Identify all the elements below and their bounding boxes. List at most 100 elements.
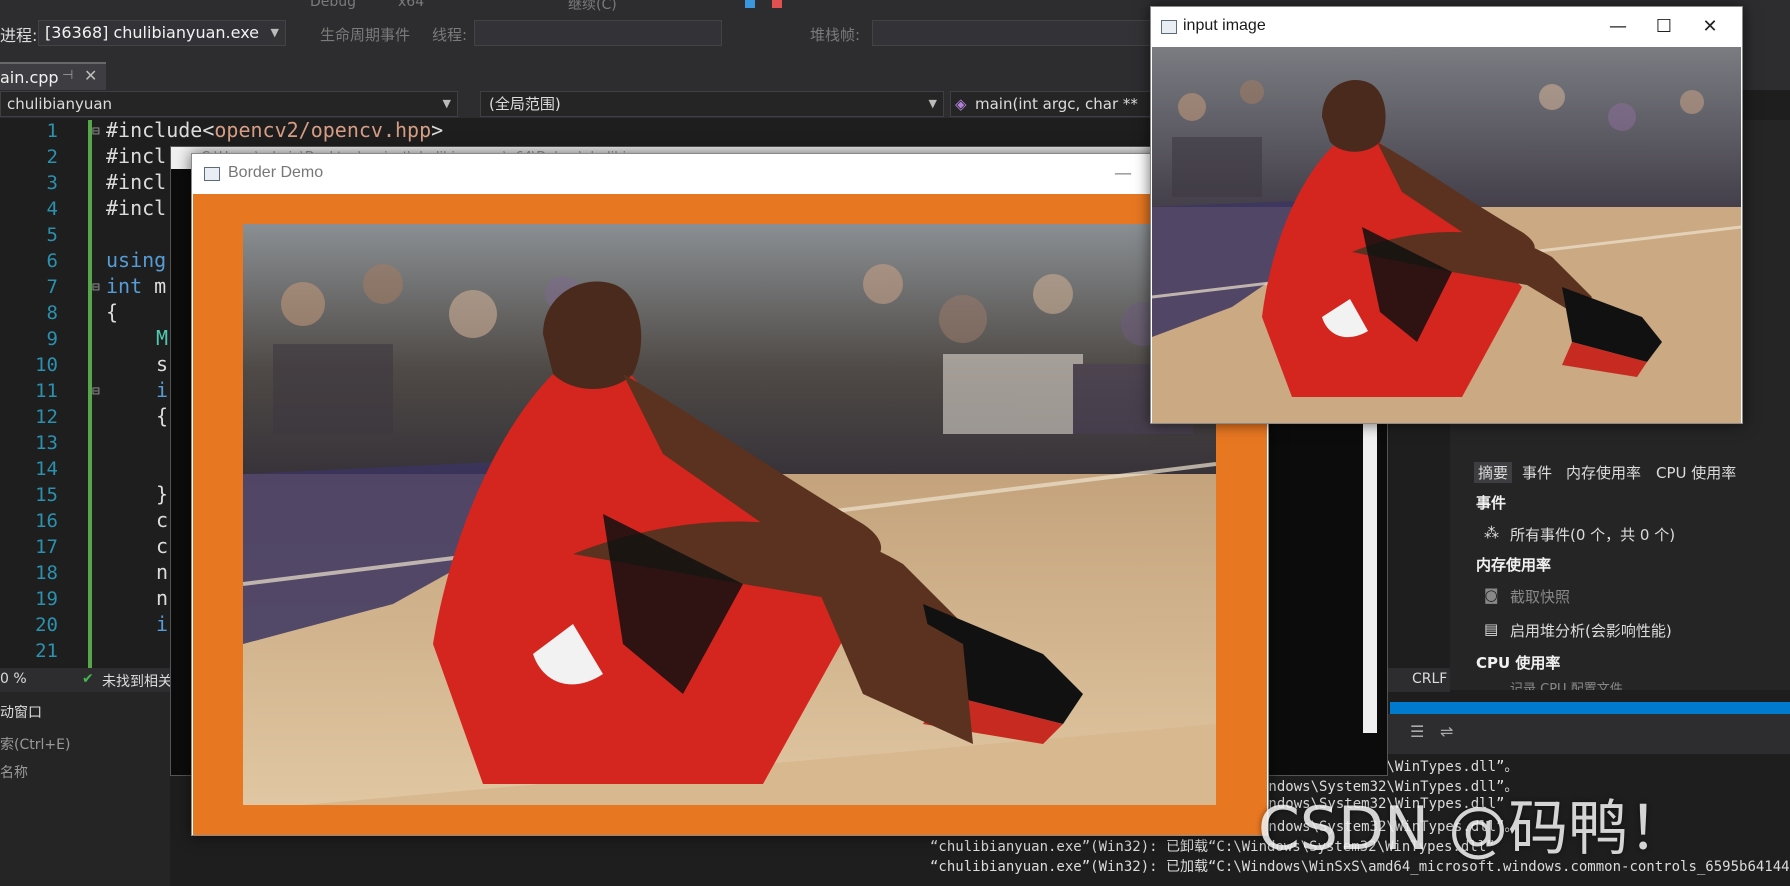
- minimize-button[interactable]: —: [1100, 160, 1146, 188]
- lifecycle-events-button[interactable]: 生命周期事件: [320, 24, 410, 45]
- code-line: s: [156, 352, 169, 376]
- collapse-icon[interactable]: ⊟: [92, 280, 100, 295]
- snapshot-button[interactable]: 截取快照: [1510, 586, 1570, 607]
- tab-cpu[interactable]: CPU 使用率: [1656, 462, 1736, 483]
- maximize-button[interactable]: ☐: [1641, 13, 1687, 41]
- player-photo-graphic: [1152, 47, 1741, 423]
- all-events-link[interactable]: 所有事件(0 个，共 0 个): [1510, 524, 1675, 545]
- check-icon: ✔: [82, 671, 94, 687]
- panel-title: 动窗口: [0, 705, 42, 721]
- line-number: 15: [35, 484, 58, 506]
- config-dropdown[interactable]: Debug: [310, 0, 356, 10]
- process-label: 进程:: [0, 26, 38, 45]
- zoom-dropdown[interactable]: 0 %: [0, 671, 27, 687]
- line-ending[interactable]: CRLF: [1412, 671, 1447, 687]
- code-line: n: [156, 586, 169, 610]
- change-indicator: [88, 120, 92, 668]
- code-line: {: [106, 300, 119, 324]
- line-number: 1: [46, 120, 58, 142]
- window-title: Border Demo: [228, 164, 324, 181]
- line-number: 14: [35, 458, 58, 480]
- clear-all-icon[interactable]: ☰: [1410, 722, 1424, 741]
- code-line: c: [156, 508, 169, 532]
- cpu-profile-button[interactable]: 记录 CPU 配置文件: [1510, 678, 1623, 690]
- issues-indicator[interactable]: 未找到相关: [102, 671, 172, 691]
- output-title-bar: [1390, 702, 1790, 714]
- events-header: 事件: [1476, 494, 1507, 512]
- pin-icon[interactable]: ⊣: [62, 68, 73, 83]
- line-number: 9: [46, 328, 58, 350]
- cpu-header: CPU 使用率: [1476, 654, 1561, 672]
- tab-main-cpp[interactable]: ain.cpp ⊣ ✕: [0, 62, 106, 90]
- platform-dropdown[interactable]: x64: [398, 0, 424, 10]
- chevron-down-icon: ▼: [270, 26, 279, 39]
- line-number: 17: [35, 536, 58, 558]
- code-line: i: [156, 612, 169, 636]
- line-number: 7: [46, 276, 58, 298]
- line-number: 10: [35, 354, 58, 376]
- collapse-icon[interactable]: ⊟: [92, 124, 100, 139]
- camera-icon: ◙: [1484, 586, 1499, 604]
- project-name: chulibianyuan: [7, 95, 113, 113]
- basketball-photo: [243, 224, 1216, 805]
- border-canvas: [193, 194, 1267, 835]
- heap-icon: ▤: [1484, 620, 1499, 638]
- minimize-button[interactable]: —: [1595, 13, 1641, 41]
- input-photo: [1152, 47, 1741, 423]
- app-icon: [1161, 20, 1177, 34]
- code-line: int m: [106, 274, 167, 298]
- window-titlebar[interactable]: input image — ☐ ✕: [1151, 7, 1742, 47]
- code-line: M: [156, 326, 169, 350]
- function-icon: ◈: [955, 95, 967, 113]
- stackframe-dropdown[interactable]: [872, 20, 1152, 46]
- border-demo-window[interactable]: Border Demo —: [191, 153, 1269, 836]
- tab-summary[interactable]: 摘要: [1474, 462, 1513, 483]
- scope-name: (全局范围): [489, 95, 561, 113]
- window-titlebar[interactable]: Border Demo —: [192, 154, 1268, 194]
- link-icon: ⁂: [1484, 524, 1499, 542]
- process-dropdown[interactable]: [36368] chulibianyuan.exe ▼: [38, 20, 286, 46]
- navigation-bar: chulibianyuan ▼ (全局范围) ▼ ◈ main(int argc…: [0, 90, 1160, 137]
- line-number: 6: [46, 250, 58, 272]
- tab-memory[interactable]: 内存使用率: [1566, 462, 1641, 483]
- line-number: 3: [46, 172, 58, 194]
- project-dropdown[interactable]: chulibianyuan ▼: [0, 91, 458, 117]
- code-line: #incl: [106, 196, 167, 220]
- code-line: n: [156, 560, 169, 584]
- tab-events[interactable]: 事件: [1522, 462, 1552, 483]
- chevron-down-icon: ▼: [442, 97, 451, 110]
- code-line: #incl: [106, 170, 167, 194]
- heap-profiling-button[interactable]: 启用堆分析(会影响性能): [1510, 620, 1672, 641]
- line-number: 2: [46, 146, 58, 168]
- line-number: 12: [35, 406, 58, 428]
- pause-icon[interactable]: [745, 0, 755, 8]
- function-dropdown[interactable]: ◈ main(int argc, char ** arg: [950, 91, 1160, 137]
- word-wrap-icon[interactable]: ⇌: [1440, 722, 1453, 741]
- close-button[interactable]: ✕: [1687, 13, 1733, 41]
- code-line: c: [156, 534, 169, 558]
- stop-icon[interactable]: [772, 0, 782, 8]
- line-number: 20: [35, 614, 58, 636]
- player-photo-graphic: [243, 224, 1216, 805]
- stackframe-label: 堆栈帧:: [810, 26, 861, 44]
- line-number: 5: [46, 224, 58, 246]
- line-number: 13: [35, 432, 58, 454]
- close-icon[interactable]: ✕: [84, 66, 97, 85]
- input-image-window[interactable]: input image — ☐ ✕: [1150, 6, 1743, 424]
- line-number: 16: [35, 510, 58, 532]
- csdn-watermark: CSDN @码鸭！: [1258, 794, 1689, 864]
- chevron-down-icon: ▼: [928, 97, 937, 110]
- window-title: input image: [1183, 17, 1266, 34]
- line-number: 18: [35, 562, 58, 584]
- code-line: }: [156, 482, 169, 506]
- app-icon: [204, 167, 220, 181]
- code-line: #include<opencv2/opencv.hpp>: [106, 118, 444, 142]
- search-input[interactable]: 索(Ctrl+E): [0, 734, 70, 754]
- thread-label: 线程:: [432, 26, 468, 44]
- line-number: 21: [35, 640, 58, 662]
- thread-dropdown[interactable]: [474, 20, 722, 46]
- code-line: using: [106, 248, 167, 272]
- scope-dropdown[interactable]: (全局范围) ▼: [480, 91, 944, 117]
- line-number: 11: [35, 380, 58, 402]
- collapse-icon[interactable]: ⊟: [92, 384, 100, 399]
